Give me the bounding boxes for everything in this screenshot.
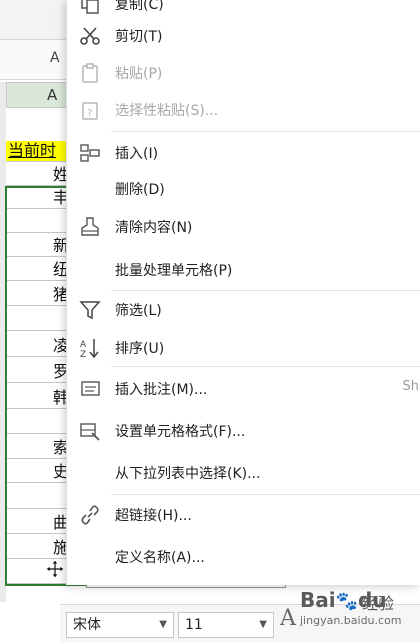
svg-text:Z: Z	[80, 350, 86, 359]
menu-item-label: 从下拉列表中选择(K)...	[115, 466, 261, 482]
link-icon	[81, 505, 99, 525]
menu-item-label: 定义名称(A)...	[115, 550, 205, 566]
menu-item-define-name[interactable]: 定义名称(A)...	[67, 539, 420, 575]
chevron-down-icon: ▼	[159, 619, 167, 630]
menu-item-shortcut: Sh	[402, 379, 420, 394]
paste-special-icon: ?	[82, 102, 98, 120]
menu-item-label: 粘贴(P)	[115, 66, 163, 82]
name-box[interactable]: A	[50, 50, 60, 66]
eraser-icon	[81, 217, 99, 236]
font-size-value: 11	[185, 617, 203, 633]
format-cells-icon	[80, 423, 100, 441]
menu-separator	[111, 366, 420, 367]
menu-item-label: 设置单元格格式(F)...	[115, 424, 246, 440]
menu-item-label: 选择性粘贴(S)...	[115, 103, 219, 119]
svg-text:A: A	[80, 340, 87, 350]
comment-icon	[81, 381, 100, 396]
menu-item-insert[interactable]: 插入(I)	[67, 135, 420, 171]
menu-item-hyperlink[interactable]: 超链接(H)...	[67, 497, 420, 533]
menu-item-paste[interactable]: 粘贴(P)	[67, 55, 420, 91]
context-menu: 复制(C) 剪切(T) 粘贴(P) ? 选择性粘贴(S)... 插入(I) 删除…	[66, 0, 420, 585]
menu-item-pick-from-list[interactable]: 从下拉列表中选择(K)...	[67, 455, 420, 491]
menu-separator	[111, 494, 420, 495]
menu-item-insert-comment[interactable]: 插入批注(M)... Sh	[67, 371, 420, 407]
menu-item-batch-process[interactable]: 批量处理单元格(P)	[67, 252, 420, 288]
menu-item-label: 复制(C)	[115, 0, 164, 13]
filter-icon	[79, 301, 101, 320]
increase-font-button[interactable]: A	[280, 606, 296, 631]
menu-item-label: 剪切(T)	[115, 29, 163, 45]
font-size-select[interactable]: 11 ▼	[178, 612, 274, 638]
menu-item-clear-contents[interactable]: 清除内容(N)	[67, 209, 420, 245]
menu-item-label: 排序(U)	[115, 341, 165, 357]
sort-az-icon: A Z	[80, 339, 99, 359]
menu-item-filter[interactable]: 筛选(L)	[67, 292, 420, 328]
menu-item-cut[interactable]: 剪切(T)	[67, 18, 420, 54]
menu-item-label: 筛选(L)	[115, 303, 162, 319]
menu-item-label: 超链接(H)...	[115, 508, 192, 524]
menu-item-format-cells[interactable]: 设置单元格格式(F)...	[67, 413, 420, 449]
menu-separator	[111, 290, 420, 291]
menu-item-label: 插入批注(M)...	[115, 382, 208, 398]
chevron-down-icon: ▼	[259, 619, 267, 630]
copy-icon	[81, 0, 99, 14]
menu-item-label: 批量处理单元格(P)	[115, 263, 233, 279]
menu-item-label: 删除(D)	[115, 182, 165, 198]
font-name-select[interactable]: 宋体 ▼	[66, 612, 174, 638]
watermark-title: 经验	[362, 594, 395, 613]
menu-item-sort[interactable]: A Z 排序(U)	[67, 330, 420, 366]
menu-item-paste-special[interactable]: ? 选择性粘贴(S)...	[67, 92, 420, 128]
insert-cells-icon	[80, 144, 100, 162]
watermark-url: jingyan.baidu.com	[300, 614, 402, 627]
font-name-value: 宋体	[73, 617, 101, 633]
scissors-icon	[80, 27, 100, 45]
menu-item-delete[interactable]: 删除(D)	[67, 171, 420, 207]
move-cursor-icon	[46, 560, 64, 578]
menu-item-label: 清除内容(N)	[115, 220, 193, 236]
svg-text:?: ?	[87, 108, 92, 119]
clipboard-icon	[82, 63, 98, 83]
baidu-jingyan-watermark: Bai🐾du 经验 jingyan.baidu.com	[300, 588, 420, 642]
menu-separator	[111, 131, 420, 132]
menu-item-label: 插入(I)	[115, 146, 159, 162]
